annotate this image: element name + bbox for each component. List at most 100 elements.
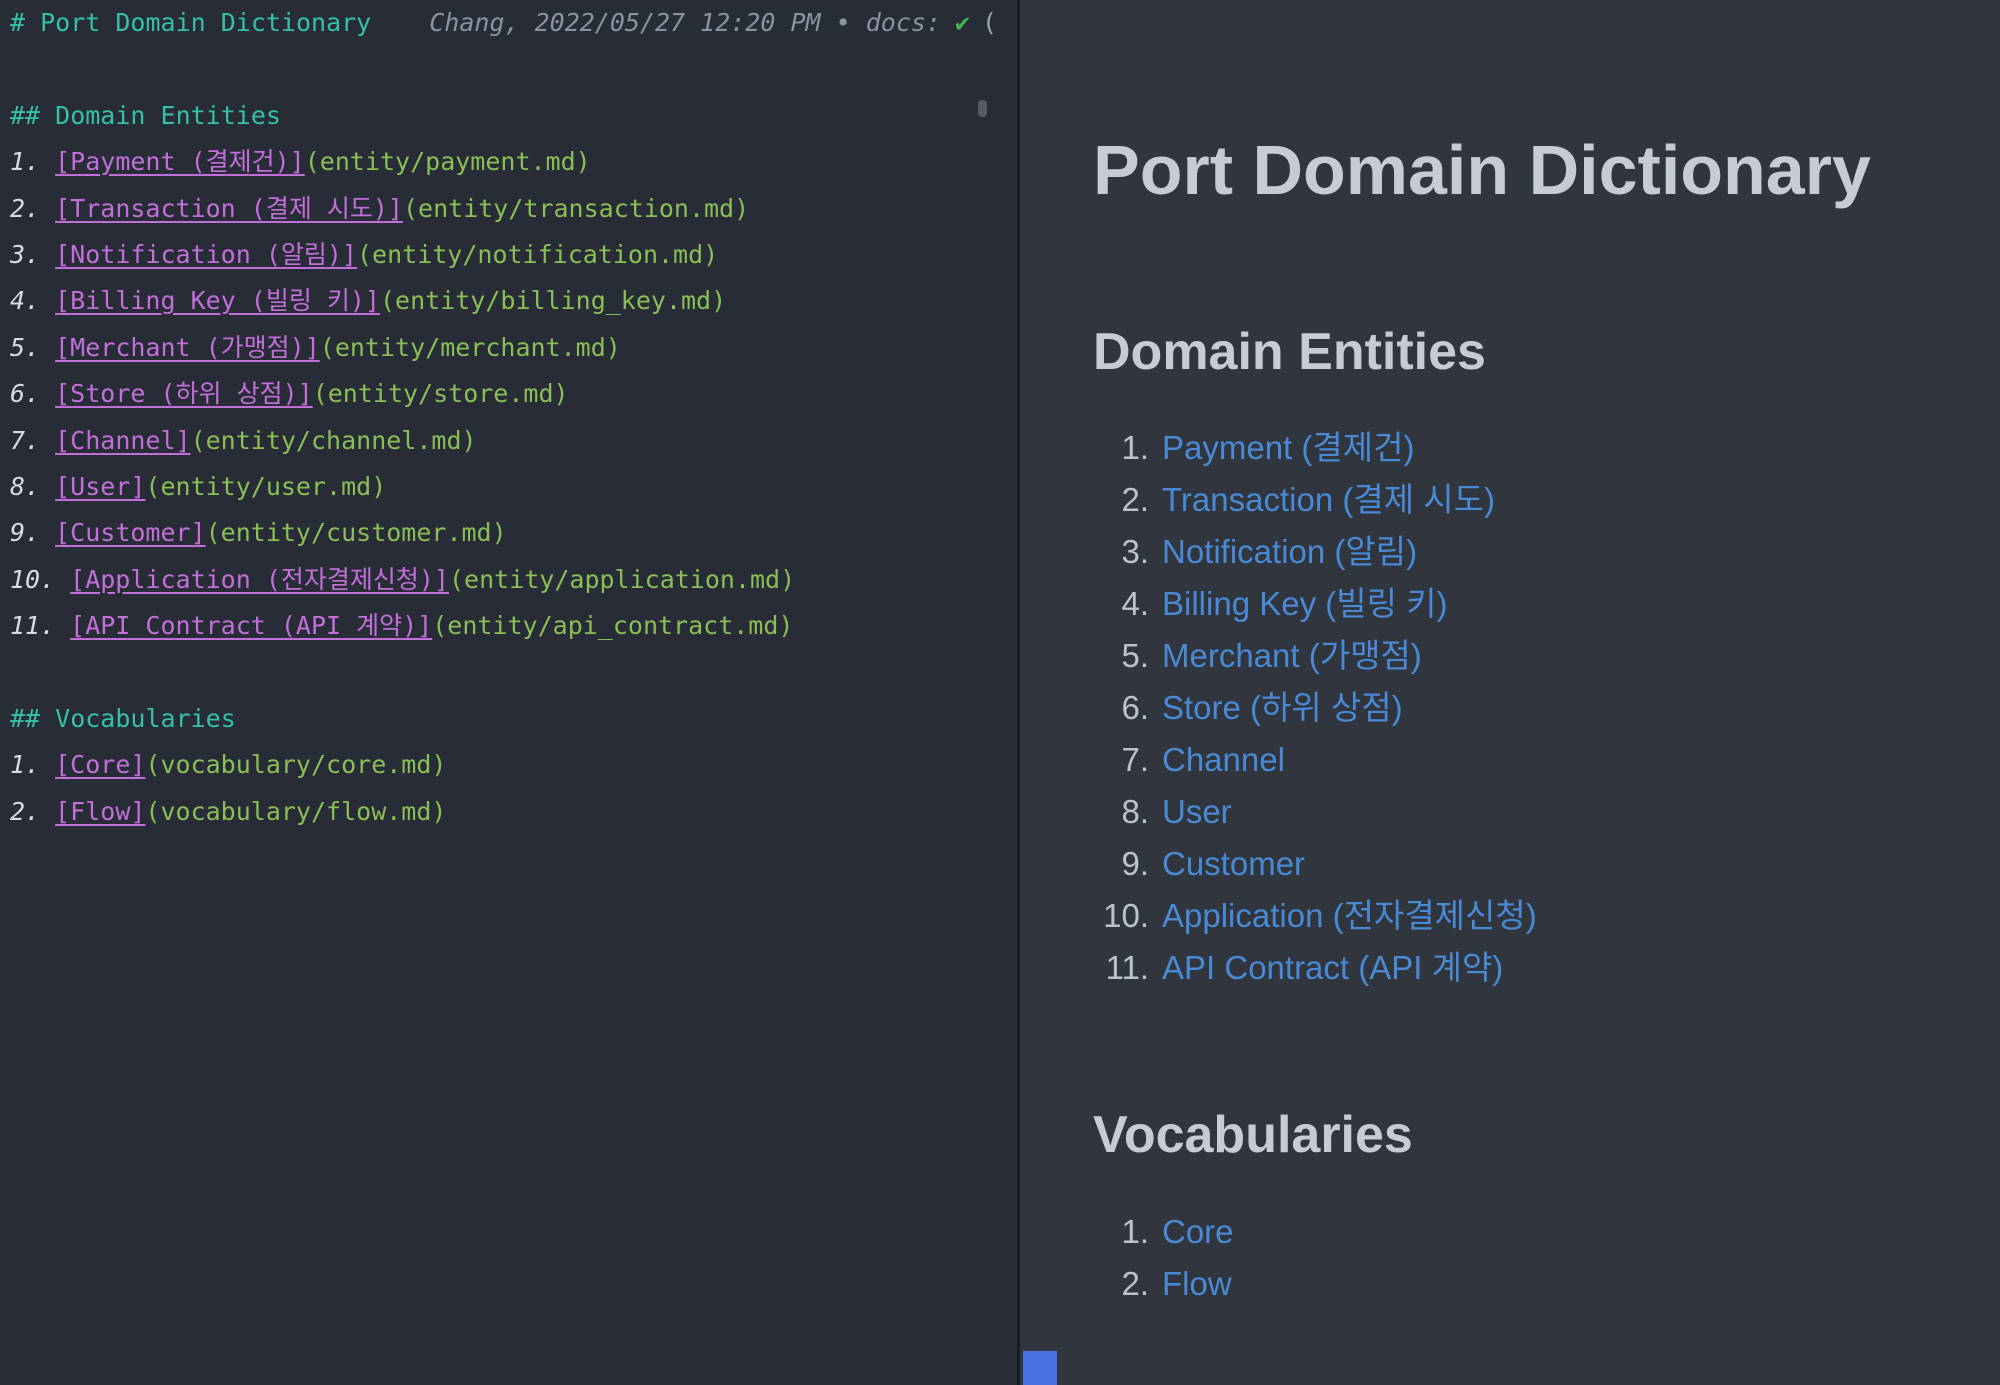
entity-link[interactable]: User — [1162, 786, 1232, 838]
markdown-url: (entity/customer.md) — [205, 518, 507, 548]
editor-heading-line-vocabularies: ## Vocabularies — [10, 696, 1017, 742]
markdown-list-line: 2. [Transaction (결제 시도)](entity/transacti… — [10, 186, 1017, 232]
markdown-entity-list: 1. [Payment (결제건)](entity/payment.md) 2. [… — [10, 139, 1017, 649]
markdown-list-line: 7. [Channel](entity/channel.md) — [10, 418, 1017, 464]
preview-title: Port Domain Dictionary — [1093, 131, 1871, 209]
list-number: 5. — [1121, 637, 1149, 675]
preview-list-item: 2. Transaction (결제 시도) — [1093, 474, 1970, 526]
markdown-list-line: 11. [API Contract (API 계약)](entity/api_co… — [10, 603, 1017, 649]
markdown-link[interactable]: [Billing Key (빌링 키)] — [55, 286, 380, 315]
entity-link[interactable]: Merchant (가맹점) — [1162, 630, 1422, 682]
list-number: 2. — [1121, 481, 1149, 519]
preview-list-item: 9. Customer — [1093, 838, 1970, 890]
scrollbar-thumb[interactable] — [978, 100, 987, 117]
markdown-url: (entity/billing_key.md) — [379, 286, 727, 316]
markdown-url: (entity/payment.md) — [304, 147, 591, 177]
preview-heading-vocabularies: Vocabularies — [1093, 1106, 1413, 1165]
list-marker: 7. — [10, 425, 41, 455]
list-number: 7. — [1121, 741, 1149, 779]
preview-list-item: 7. Channel — [1093, 734, 1970, 786]
markdown-url: (entity/transaction.md) — [402, 193, 750, 223]
markdown-url: (entity/notification.md) — [356, 239, 719, 269]
markdown-url: (vocabulary/core.md) — [145, 750, 447, 780]
markdown-list-line: 3. [Notification (알림)](entity/notificatio… — [10, 232, 1017, 278]
preview-entity-list: 1. Payment (결제건) 2. Transaction (결제 시도) … — [1093, 422, 1970, 994]
markdown-list-line: 9. [Customer](entity/customer.md) — [10, 510, 1017, 556]
vocabulary-link[interactable]: Core — [1162, 1206, 1234, 1258]
list-number: 3. — [1121, 533, 1149, 571]
preview-list-item: 1. Core — [1093, 1206, 1970, 1258]
markdown-h2-source: ## Vocabularies — [10, 703, 236, 733]
markdown-url: (entity/store.md) — [312, 379, 569, 409]
entity-link[interactable]: Transaction (결제 시도) — [1162, 474, 1495, 526]
markdown-url: (entity/channel.md) — [190, 425, 477, 455]
markdown-h2-source: ## Domain Entities — [10, 100, 281, 130]
scroll-sync-indicator[interactable] — [1023, 1351, 1057, 1385]
markdown-link[interactable]: [Transaction (결제 시도)] — [55, 194, 403, 223]
markdown-url: (entity/user.md) — [145, 471, 387, 501]
markdown-list-line: 2. [Flow](vocabulary/flow.md) — [10, 789, 1017, 835]
entity-link[interactable]: Application (전자결제신청) — [1162, 890, 1537, 942]
entity-link[interactable]: Billing Key (빌링 키) — [1162, 578, 1447, 630]
clipped-text: ( — [982, 8, 998, 37]
editor-title-line: # Port Domain Dictionary Chang, 2022/05/2… — [10, 0, 1017, 46]
check-icon: ✔ — [954, 8, 971, 37]
markdown-link[interactable]: [Payment (결제건)] — [55, 147, 305, 176]
markdown-link[interactable]: [Flow] — [55, 797, 145, 826]
vocabulary-link[interactable]: Flow — [1162, 1258, 1232, 1310]
entity-link[interactable]: Payment (결제건) — [1162, 422, 1414, 474]
preview-list-item: 2. Flow — [1093, 1258, 1970, 1310]
preview-content: Port Domain Dictionary Domain Entities 1… — [1023, 0, 2000, 1310]
preview-list-item: 3. Notification (알림) — [1093, 526, 1970, 578]
list-number: 1. — [1121, 429, 1149, 467]
list-marker: 6. — [10, 379, 41, 409]
preview-list-item: 6. Store (하위 상점) — [1093, 682, 1970, 734]
list-marker: 5. — [10, 332, 41, 362]
preview-list-item: 8. User — [1093, 786, 1970, 838]
preview-list-item: 5. Merchant (가맹점) — [1093, 630, 1970, 682]
list-marker: 3. — [10, 239, 41, 269]
preview-list-item: 4. Billing Key (빌링 키) — [1093, 578, 1970, 630]
list-marker: 9. — [10, 518, 41, 548]
list-marker: 8. — [10, 471, 41, 501]
list-number: 11. — [1105, 949, 1149, 987]
list-number: 1. — [1121, 1213, 1149, 1251]
markdown-url: (entity/merchant.md) — [319, 332, 621, 362]
author-timestamp: Chang, 2022/05/27 12:20 PM • docs: — [429, 8, 941, 37]
markdown-url: (entity/api_contract.md) — [432, 611, 794, 641]
markdown-link[interactable]: [Channel] — [55, 426, 190, 455]
entity-link[interactable]: Notification (알림) — [1162, 526, 1417, 578]
preview-list-item: 10. Application (전자결제신청) — [1093, 890, 1970, 942]
list-number: 2. — [1121, 1265, 1149, 1303]
list-marker: 1. — [10, 750, 41, 780]
list-number: 6. — [1121, 689, 1149, 727]
markdown-list-line: 4. [Billing Key (빌링 키)](entity/billing_ke… — [10, 278, 1017, 324]
entity-link[interactable]: Customer — [1162, 838, 1305, 890]
markdown-editor-pane[interactable]: # Port Domain Dictionary Chang, 2022/05/2… — [0, 0, 1020, 1385]
preview-list-item: 11. API Contract (API 계약) — [1093, 942, 1970, 994]
markdown-link[interactable]: [Merchant (가맹점)] — [55, 333, 320, 362]
list-marker: 2. — [10, 193, 41, 223]
markdown-list-line: 1. [Core](vocabulary/core.md) — [10, 742, 1017, 788]
markdown-link[interactable]: [User] — [55, 472, 145, 501]
markdown-link[interactable]: [Store (하위 상점)] — [55, 379, 313, 408]
markdown-h1-source: # Port Domain Dictionary — [10, 8, 372, 37]
markdown-link[interactable]: [Customer] — [55, 518, 206, 547]
markdown-link[interactable]: [API Contract (API 계약)] — [70, 611, 432, 640]
editor-heading-line-domain-entities: ## Domain Entities — [10, 93, 1017, 139]
entity-link[interactable]: API Contract (API 계약) — [1162, 942, 1503, 994]
markdown-preview-pane: Port Domain Dictionary Domain Entities 1… — [1023, 0, 2000, 1385]
markdown-link[interactable]: [Core] — [55, 750, 145, 779]
entity-link[interactable]: Store (하위 상점) — [1162, 682, 1403, 734]
preview-vocab-list: 1. Core 2. Flow — [1093, 1206, 1970, 1310]
list-number: 10. — [1103, 897, 1149, 935]
list-number: 4. — [1121, 585, 1149, 623]
preview-heading-domain-entities: Domain Entities — [1093, 322, 1486, 381]
markdown-link[interactable]: [Application (전자결제신청)] — [70, 565, 449, 594]
markdown-list-line: 10. [Application (전자결제신청)](entity/applica… — [10, 557, 1017, 603]
list-marker: 4. — [10, 286, 41, 316]
markdown-link[interactable]: [Notification (알림)] — [55, 240, 357, 269]
entity-link[interactable]: Channel — [1162, 734, 1285, 786]
